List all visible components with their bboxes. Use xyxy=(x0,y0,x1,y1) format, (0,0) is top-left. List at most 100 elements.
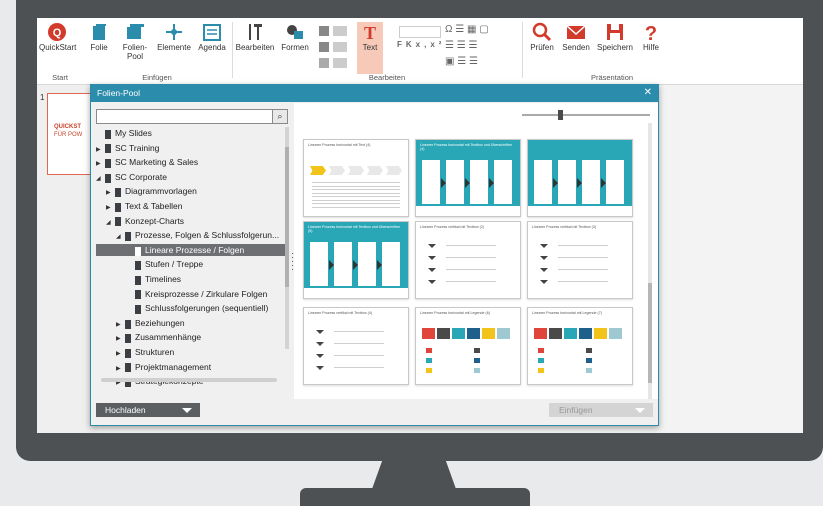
gallery-scrollbar[interactable] xyxy=(648,123,652,399)
shapes-button[interactable]: Formen xyxy=(279,22,311,52)
list-icon[interactable]: ▣ ☰ ☰ xyxy=(445,56,478,67)
insert-button[interactable]: Einfügen xyxy=(549,403,653,417)
tree-item[interactable]: My Slides xyxy=(96,127,152,139)
slide-template-thumbnail[interactable]: Linearer Prozess horizontal mit Legende … xyxy=(527,307,633,385)
tree-item[interactable]: ▶ SC Marketing & Sales xyxy=(96,156,198,168)
slide-title-text: QUICKST xyxy=(54,124,81,130)
legend-step-shape xyxy=(452,328,465,339)
process-step-shape xyxy=(386,166,402,175)
process-step-shape xyxy=(310,166,326,175)
document-icon xyxy=(125,363,131,373)
tree-item[interactable]: ▶ Zusammenhänge xyxy=(96,331,202,345)
elements-button[interactable]: Elemente xyxy=(157,22,191,52)
text-button[interactable]: T Text xyxy=(357,22,383,74)
quickstart-button[interactable]: Q QuickStart xyxy=(39,22,76,52)
slide-template-thumbnail[interactable]: Linearer Prozess horizontal mit Text (4) xyxy=(303,139,409,217)
monitor-stand-neck xyxy=(372,461,456,489)
dialog-title-bar[interactable]: Folien-Pool ✕ xyxy=(91,85,658,102)
tree-item[interactable]: Lineare Prozesse / Folgen xyxy=(96,243,286,256)
expand-arrow-icon[interactable]: ▶ xyxy=(116,348,125,360)
send-button[interactable]: Senden xyxy=(561,22,591,52)
slide-template-thumbnail[interactable]: Linearer Prozess horizontal mit Textbox … xyxy=(415,139,521,217)
align-icon[interactable]: ☰ ☰ ☰ xyxy=(445,40,477,51)
expand-arrow-icon[interactable]: ▶ xyxy=(96,144,105,156)
save-button[interactable]: Speichern xyxy=(595,22,635,52)
legend-swatch xyxy=(586,368,592,373)
slide-number: 1 xyxy=(40,93,45,102)
edit-button[interactable]: Bearbeiten xyxy=(235,22,275,52)
expand-arrow-icon[interactable]: ▶ xyxy=(116,363,125,375)
thumbnail-column xyxy=(446,160,464,204)
font-style-buttons[interactable]: FKx,x² xyxy=(397,40,445,49)
tree-item[interactable]: ▶ Strukturen xyxy=(96,346,174,358)
tree-scroll-thumb[interactable] xyxy=(285,147,289,287)
slide-template-thumbnail[interactable]: Linearer Prozess vertikal mit Textbox (2… xyxy=(415,221,521,299)
expand-arrow-icon[interactable]: ◢ xyxy=(96,173,105,185)
tree-item[interactable]: ◢ Prozesse, Folgen & Schlussfolgerun... xyxy=(96,229,279,241)
tree-scrollbar[interactable] xyxy=(285,127,289,349)
tree-item[interactable]: Kreisprozesse / Zirkulare Folgen xyxy=(96,288,267,300)
tree-item[interactable]: ▶ SC Training xyxy=(96,142,159,154)
search-icon xyxy=(532,22,552,42)
tree-item[interactable]: ◢ Konzept-Charts xyxy=(96,215,184,227)
font-name-select[interactable] xyxy=(399,26,441,38)
tree-item-label: Kreisprozesse / Zirkulare Folgen xyxy=(145,288,268,299)
text-line xyxy=(558,281,608,282)
tree-item[interactable]: Stufen / Treppe xyxy=(96,258,203,271)
legend-step-shape xyxy=(437,328,450,339)
thumbnail-column xyxy=(310,242,328,286)
search-input[interactable]: ⌕ xyxy=(96,109,288,124)
tree-item[interactable]: Schlussfolgerungen (sequentiell) xyxy=(96,302,268,314)
tree-horizontal-scrollbar[interactable] xyxy=(101,378,277,382)
document-icon xyxy=(105,173,111,183)
expand-arrow-icon[interactable]: ▶ xyxy=(116,319,125,331)
zoom-slider-handle[interactable] xyxy=(558,110,563,120)
help-button[interactable]: ? Hilfe xyxy=(639,22,663,52)
search-icon[interactable]: ⌕ xyxy=(272,109,288,124)
slide-template-thumbnail[interactable]: Linearer Prozess vertikal mit Textbox (3… xyxy=(527,221,633,299)
slide-template-thumbnail[interactable]: Linearer Prozess horizontal mit Legende … xyxy=(415,307,521,385)
clipboard-tools[interactable] xyxy=(317,24,353,72)
agenda-button[interactable]: Agenda xyxy=(195,22,229,52)
expand-arrow-icon[interactable]: ▶ xyxy=(106,187,115,199)
expand-arrow-icon[interactable]: ▶ xyxy=(106,202,115,214)
tree-item[interactable]: Timelines xyxy=(96,273,181,285)
expand-arrow-icon[interactable]: ◢ xyxy=(106,217,115,229)
slide-button[interactable]: Folie xyxy=(87,22,111,52)
legend-swatch xyxy=(474,368,480,373)
gallery-scroll-thumb[interactable] xyxy=(648,283,652,383)
text-line xyxy=(558,257,608,258)
document-icon xyxy=(105,144,111,154)
chevron-down-icon xyxy=(428,268,436,272)
zoom-slider[interactable] xyxy=(522,110,650,120)
expand-arrow-icon[interactable]: ▶ xyxy=(96,158,105,170)
legend-swatch xyxy=(474,358,480,363)
slide-template-thumbnail[interactable]: Linearer Prozess vertikal mit Textbox (4… xyxy=(303,307,409,385)
tree-item[interactable]: ▶ Diagrammvorlagen xyxy=(96,185,197,199)
upload-button[interactable]: Hochladen xyxy=(96,403,200,417)
close-icon[interactable]: ✕ xyxy=(644,87,652,98)
expand-arrow-icon[interactable]: ▶ xyxy=(116,333,125,345)
slide-template-thumbnail[interactable]: Linearer Prozess horizontal mit Textbox … xyxy=(303,221,409,299)
tree-item[interactable]: ▶ Beziehungen xyxy=(96,317,185,329)
text-line xyxy=(334,343,384,344)
tree-item[interactable]: ◢ SC Corporate xyxy=(96,171,167,183)
symbol-icon[interactable]: Ω ☰ ▦ ▢ xyxy=(445,24,489,35)
check-button[interactable]: Prüfen xyxy=(527,22,557,52)
slide-thumbnail[interactable]: QUICKST FÜR POW xyxy=(47,93,95,175)
tree-item[interactable]: ▶ Text & Tabellen xyxy=(96,200,183,212)
expand-arrow-icon[interactable]: ◢ xyxy=(116,231,125,243)
slide-template-thumbnail[interactable] xyxy=(527,139,633,217)
tree-item[interactable]: ▶ Projektmanagement xyxy=(96,361,211,373)
chevron-down-icon xyxy=(635,408,645,413)
tree-item-label: Text & Tabellen xyxy=(125,201,183,211)
tree-item-label: Projektmanagement xyxy=(135,361,212,372)
chevron-down-icon xyxy=(316,342,324,346)
slide-thumbnails-pane: 1 QUICKST FÜR POW xyxy=(37,85,97,433)
tree-item-label: Schlussfolgerungen (sequentiell) xyxy=(145,303,269,314)
font-formatting-tools[interactable]: FKx,x² Ω ☰ ▦ ▢ ☰ ☰ ☰ ▣ ☰ ☰ xyxy=(389,24,509,72)
slide-pool-button[interactable]: Folien-Pool xyxy=(115,22,155,61)
chevron-down-icon xyxy=(182,408,192,413)
tree-item-label: Zusammenhänge xyxy=(135,332,202,343)
elements-icon xyxy=(166,24,182,40)
